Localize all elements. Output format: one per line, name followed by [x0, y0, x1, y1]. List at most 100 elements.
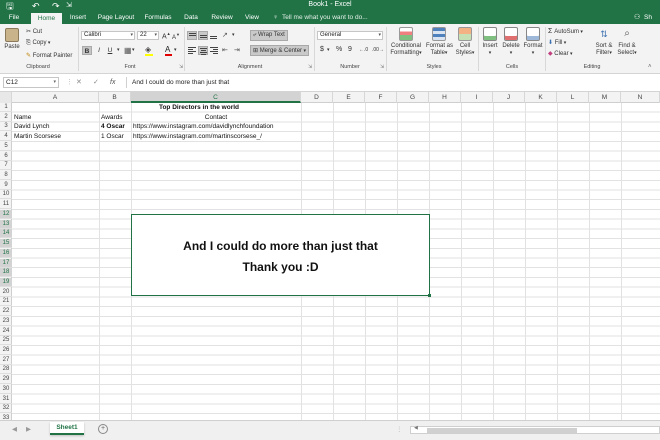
column-header-b[interactable]: B: [99, 92, 131, 103]
sort-filter-button[interactable]: ⇅ Sort & Filter▾: [592, 27, 616, 57]
comma-button[interactable]: 9: [348, 46, 352, 53]
tab-data[interactable]: Data: [178, 12, 204, 24]
find-select-button[interactable]: ⌕ Find & Select▾: [616, 27, 638, 57]
format-cells-button[interactable]: Format ▾: [522, 27, 544, 57]
font-size-select[interactable]: 22 ▾: [137, 31, 159, 40]
row-header[interactable]: 30: [0, 385, 12, 394]
row-header[interactable]: 31: [0, 395, 12, 404]
tab-split-handle-icon[interactable]: ⋮: [396, 424, 403, 436]
cell-name[interactable]: David Lynch: [14, 122, 50, 131]
increase-decimal-button[interactable]: ←.0: [359, 47, 368, 53]
tell-me-search[interactable]: Tell me what you want to do...: [282, 12, 368, 24]
tab-review[interactable]: Review: [206, 12, 238, 24]
tab-view[interactable]: View: [240, 12, 264, 24]
font-color-dropdown[interactable]: ▾: [174, 47, 177, 53]
name-box[interactable]: C12 ▾: [3, 77, 59, 88]
row-header[interactable]: 27: [0, 356, 12, 365]
wrap-text-button[interactable]: ⤶ Wrap Text: [250, 30, 288, 41]
cancel-icon[interactable]: ✕: [76, 77, 82, 88]
row-header[interactable]: 11: [0, 200, 12, 210]
shrink-font-button[interactable]: A▼: [172, 32, 180, 41]
column-header-d[interactable]: D: [301, 92, 333, 103]
column-header-a[interactable]: A: [12, 92, 99, 103]
row-header[interactable]: 4: [0, 132, 12, 142]
row-header[interactable]: 20: [0, 288, 12, 297]
row-header[interactable]: 19: [0, 277, 12, 287]
column-header-h[interactable]: H: [429, 92, 461, 103]
dialog-launcher-icon[interactable]: ⇲: [380, 64, 384, 70]
format-as-table-button[interactable]: Format as Table▾: [426, 27, 453, 57]
column-header-i[interactable]: I: [461, 92, 493, 103]
add-sheet-button[interactable]: +: [98, 424, 108, 434]
cell-header-awards[interactable]: Awards: [101, 113, 123, 122]
tab-formulas[interactable]: Formulas: [140, 12, 176, 24]
row-header[interactable]: 1: [0, 103, 12, 112]
scroll-left-icon[interactable]: ◀: [414, 425, 418, 431]
paste-button[interactable]: Paste: [3, 28, 21, 51]
column-header-l[interactable]: L: [557, 92, 589, 103]
cell-contact[interactable]: https://www.instagram.com/martinscorsese…: [133, 132, 262, 141]
conditional-formatting-button[interactable]: Conditional Formatting▾: [388, 27, 424, 57]
cut-button[interactable]: ✂ Cut: [26, 28, 42, 35]
increase-indent-icon[interactable]: ⇥: [234, 46, 240, 54]
borders-dropdown[interactable]: ▾: [132, 47, 135, 53]
underline-dropdown[interactable]: ▾: [117, 47, 120, 53]
enter-icon[interactable]: ✓: [93, 77, 99, 88]
decrease-decimal-button[interactable]: .00→: [372, 47, 384, 53]
cell-title[interactable]: Top Directors in the world: [99, 103, 299, 112]
delete-cells-button[interactable]: Delete ▾: [501, 27, 521, 57]
row-header[interactable]: 16: [0, 248, 12, 258]
format-painter-button[interactable]: ✎ Format Painter: [26, 52, 72, 59]
row-header[interactable]: 17: [0, 258, 12, 268]
row-header[interactable]: 32: [0, 404, 12, 414]
clear-button[interactable]: ◆ Clear ▾: [548, 50, 573, 57]
row-header[interactable]: 22: [0, 307, 12, 317]
scroll-sheets-left-icon[interactable]: ◀: [12, 424, 17, 436]
collapse-ribbon-icon[interactable]: ˄: [648, 64, 652, 70]
copy-button[interactable]: ⎘ Copy ▾: [26, 40, 50, 47]
merge-center-button[interactable]: ⊞ Merge & Center ▾: [250, 45, 309, 56]
column-header-n[interactable]: N: [621, 92, 660, 103]
decrease-indent-icon[interactable]: ⇤: [222, 46, 228, 54]
middle-align-icon[interactable]: [198, 31, 208, 40]
align-left-icon[interactable]: [187, 46, 197, 55]
sheet-tab-sheet1[interactable]: Sheet1: [50, 422, 84, 435]
dialog-launcher-icon[interactable]: ⇲: [308, 64, 312, 70]
fill-button[interactable]: ⬇ Fill ▾: [548, 39, 566, 46]
row-header[interactable]: 25: [0, 336, 12, 346]
bottom-align-icon[interactable]: [209, 31, 219, 40]
underline-button[interactable]: U: [105, 46, 115, 55]
share-button[interactable]: Sh: [644, 12, 652, 24]
row-header[interactable]: 13: [0, 219, 12, 229]
scroll-sheets-right-icon[interactable]: ▶: [26, 424, 31, 436]
horizontal-scrollbar[interactable]: ◀: [410, 425, 660, 434]
italic-button[interactable]: I: [94, 46, 104, 55]
scrollbar-thumb[interactable]: [427, 428, 577, 433]
fill-color-icon[interactable]: ◈: [145, 45, 153, 56]
column-header-e[interactable]: E: [333, 92, 365, 103]
top-align-icon[interactable]: [187, 31, 197, 40]
row-header[interactable]: 24: [0, 327, 12, 336]
row-header[interactable]: 2: [0, 113, 12, 122]
row-header[interactable]: 3: [0, 122, 12, 132]
cell-styles-button[interactable]: Cell Styles▾: [454, 27, 476, 57]
row-header[interactable]: 23: [0, 317, 12, 326]
dialog-launcher-icon[interactable]: ⇲: [179, 64, 183, 70]
row-header[interactable]: 26: [0, 346, 12, 355]
font-name-select[interactable]: Calibri ▾: [81, 31, 135, 40]
column-header-c[interactable]: C: [131, 92, 301, 103]
grow-font-button[interactable]: A▲: [162, 31, 171, 40]
tab-page-layout[interactable]: Page Layout: [94, 12, 138, 24]
currency-dropdown[interactable]: ▾: [327, 47, 330, 53]
orientation-icon[interactable]: ↗: [222, 31, 228, 39]
formula-input[interactable]: And I could do more than just that: [132, 77, 229, 88]
row-header[interactable]: 18: [0, 268, 12, 278]
row-header[interactable]: 6: [0, 152, 12, 161]
select-all-corner[interactable]: [0, 92, 12, 103]
row-header[interactable]: 9: [0, 181, 12, 190]
row-header[interactable]: 8: [0, 171, 12, 181]
column-header-f[interactable]: F: [365, 92, 397, 103]
tab-file[interactable]: File: [0, 12, 28, 24]
cell-header-name[interactable]: Name: [14, 113, 31, 122]
row-header[interactable]: 28: [0, 365, 12, 375]
